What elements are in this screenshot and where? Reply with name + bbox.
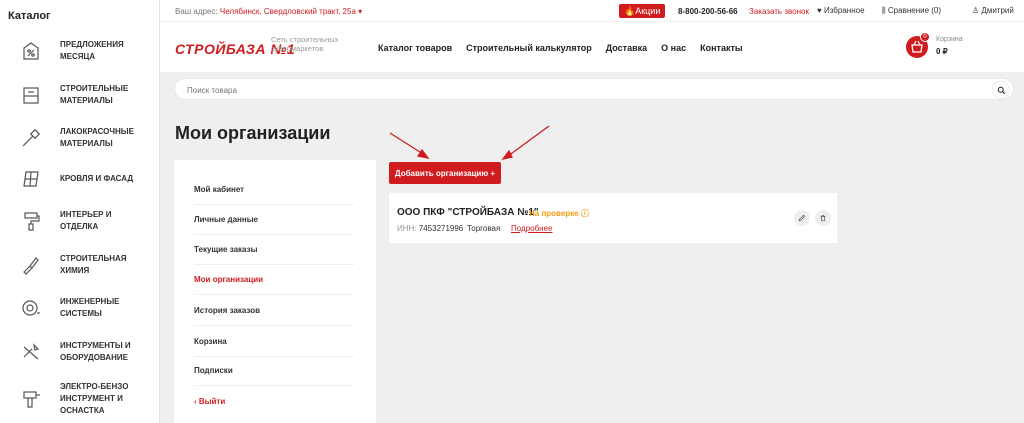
catalog-item-offers[interactable]: ПРЕДЛОЖЕНИЯ МЕСЯЦА [0, 36, 158, 66]
nav-calculator[interactable]: Строительный калькулятор [466, 43, 592, 53]
status-badge: На проверке ⓘ [529, 209, 589, 218]
catalog-item-interior[interactable]: ИНТЕРЬЕР И ОТДЕЛКА [0, 209, 158, 233]
compare-link[interactable]: ⫼ Сравнение (0) [882, 6, 941, 16]
add-organization-button[interactable]: Добавить организацию + [389, 162, 501, 184]
catalog-title: Каталог [8, 10, 51, 22]
account-menu-personal-data[interactable]: Личные данные [194, 205, 354, 235]
address-city[interactable]: Челябинск, Свердловский тракт, 25а ▾ [220, 7, 362, 16]
catalog-item-label: ИНТЕРЬЕР И ОТДЕЛКА [60, 210, 112, 231]
catalog-item-label: СТРОИТЕЛЬНАЯ ХИМИЯ [60, 254, 127, 275]
drill-icon [20, 388, 42, 410]
search-button[interactable] [993, 82, 1009, 98]
cart-count-badge: 0 [920, 32, 930, 42]
nav-contacts[interactable]: Контакты [700, 43, 742, 53]
search-icon [997, 86, 1005, 94]
cart-sum: 0 ₽ [936, 47, 948, 56]
logo-tagline: Сеть строительных супермаркетов [271, 35, 339, 53]
delivery-address[interactable]: Ваш адрес: Челябинск, Свердловский тракт… [175, 7, 362, 16]
pencil-icon [798, 214, 806, 222]
catalog-item-engineering[interactable]: ИНЖЕНЕРНЫЕ СИСТЕМЫ [0, 293, 158, 323]
account-menu-logout[interactable]: ‹ Выйти [194, 387, 354, 417]
main-nav: Каталог товаров Строительный калькулятор… [378, 43, 743, 53]
organization-details-link[interactable]: Подробнее [511, 224, 553, 233]
catalog-item-label: ПРЕДЛОЖЕНИЯ МЕСЯЦА [60, 40, 124, 61]
organization-type: Торговая [467, 224, 501, 233]
catalog-item-label: ЛАКОКРАСОЧНЫЕ МАТЕРИАЛЫ [60, 127, 134, 148]
organization-card: ООО ПКФ "СТРОЙБАЗА №1" На проверке ⓘ ИНН… [389, 193, 837, 243]
search-input[interactable] [187, 83, 967, 97]
building-materials-icon [20, 84, 42, 106]
cart-label[interactable]: Корзина [936, 36, 963, 43]
site-header: СТРОЙБАЗА №1 Сеть строительных супермарк… [160, 22, 1024, 72]
tools-icon [20, 341, 42, 363]
catalog-item-power-tools[interactable]: ЭЛЕКТРО-БЕНЗО ИНСТРУМЕНТ И ОСНАСТКА [0, 381, 158, 417]
address-prefix: Ваш адрес: [175, 7, 218, 16]
page-title: Мои организации [175, 123, 331, 143]
account-menu-cart[interactable]: Корзина [194, 327, 354, 357]
catalog-item-building-materials[interactable]: СТРОИТЕЛЬНЫЕ МАТЕРИАЛЫ [0, 80, 158, 110]
catalog-item-tools[interactable]: ИНСТРУМЕНТЫ И ОБОРУДОВАНИЕ [0, 337, 158, 367]
catalog-sidebar: Каталог ПРЕДЛОЖЕНИЯ МЕСЯЦА СТРОИТЕЛЬНЫЕ … [0, 0, 160, 423]
account-menu-order-history[interactable]: История заказов [194, 296, 354, 326]
catalog-item-label: КРОВЛЯ И ФАСАД [60, 174, 134, 183]
nav-catalog[interactable]: Каталог товаров [378, 43, 452, 53]
catalog-item-paints[interactable]: ЛАКОКРАСОЧНЫЕ МАТЕРИАЛЫ [0, 123, 158, 153]
inn-label: ИНН: [397, 224, 417, 233]
catalog-item-label: СТРОИТЕЛЬНЫЕ МАТЕРИАЛЫ [60, 84, 129, 105]
top-bar: Ваш адрес: Челябинск, Свердловский тракт… [160, 0, 1024, 22]
catalog-item-label: ИНСТРУМЕНТЫ И ОБОРУДОВАНИЕ [60, 341, 131, 362]
organization-name: ООО ПКФ "СТРОЙБАЗА №1" [397, 207, 539, 218]
account-menu-subscriptions[interactable]: Подписки [194, 356, 354, 386]
nav-about[interactable]: О нас [661, 43, 686, 53]
nav-delivery[interactable]: Доставка [606, 43, 647, 53]
search-bar [174, 78, 1014, 100]
account-menu-current-orders[interactable]: Текущие заказы [194, 235, 354, 265]
user-account-link[interactable]: ♙ Дмитрий [972, 6, 1014, 15]
account-menu-my-organizations[interactable]: Мои организации [194, 265, 354, 295]
favorites-link[interactable]: ♥ Избранное [817, 6, 865, 15]
percent-tag-icon [20, 40, 42, 62]
callback-link[interactable]: Заказать звонок [749, 7, 809, 16]
catalog-item-roof[interactable]: КРОВЛЯ И ФАСАД [0, 167, 158, 191]
roof-icon [20, 168, 42, 190]
paint-roller-icon [20, 210, 42, 232]
inn-value: 7453271996 [418, 224, 464, 233]
edit-organization-button[interactable] [794, 210, 810, 226]
spray-gun-icon [20, 254, 42, 276]
catalog-item-label: ЭЛЕКТРО-БЕНЗО ИНСТРУМЕНТ И ОСНАСТКА [60, 382, 129, 415]
trash-icon [820, 215, 826, 222]
delete-organization-button[interactable] [815, 210, 831, 226]
catalog-item-label: ИНЖЕНЕРНЫЕ СИСТЕМЫ [60, 297, 120, 318]
promo-button[interactable]: 🔥Акции [619, 4, 666, 18]
account-menu: Мой кабинет Личные данные Текущие заказы… [174, 160, 376, 423]
catalog-item-chemistry[interactable]: СТРОИТЕЛЬНАЯ ХИМИЯ [0, 250, 158, 280]
organization-inn: ИНН: 7453271996 [397, 224, 463, 233]
paint-brush-icon [20, 127, 42, 149]
account-menu-cabinet[interactable]: Мой кабинет [194, 175, 354, 205]
phone-number[interactable]: 8-800-200-56-66 [678, 7, 738, 16]
pipe-valve-icon [20, 297, 42, 319]
